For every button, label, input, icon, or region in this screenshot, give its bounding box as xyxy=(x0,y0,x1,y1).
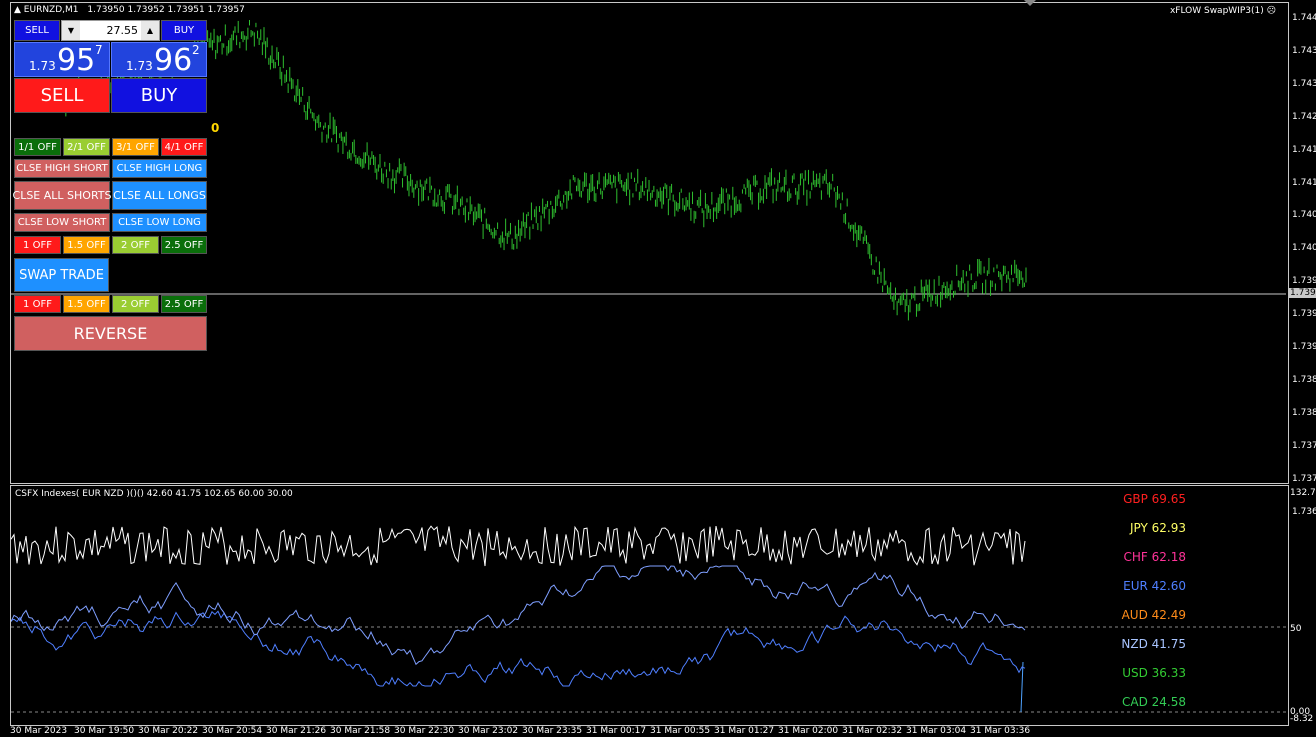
close-high-short-button[interactable]: CLSE HIGH SHORT xyxy=(14,159,110,178)
partial-2-1-off-button[interactable]: 2/1 OFF xyxy=(63,138,110,156)
price-axis-label: 1.742 xyxy=(1292,111,1316,122)
sell-price-big: 95 xyxy=(57,43,96,78)
off-1-button[interactable]: 1 OFF xyxy=(14,236,61,254)
swap-off-2-5-button[interactable]: 2.5 OFF xyxy=(161,295,207,313)
swap-off-1-button[interactable]: 1 OFF xyxy=(14,295,61,313)
reverse-button[interactable]: REVERSE xyxy=(14,316,207,351)
sell-price-pip: 7 xyxy=(95,43,103,57)
buy-price-big: 96 xyxy=(154,43,193,78)
time-axis-label: 30 Mar 21:26 xyxy=(266,726,327,736)
currency-index-chart xyxy=(11,525,1286,713)
sub-axis-neg: -8.32 xyxy=(1290,714,1314,724)
price-axis-label: 1.743 xyxy=(1292,78,1316,89)
sell-small-button[interactable]: SELL xyxy=(14,20,60,41)
price-axis-label: 1.740 xyxy=(1292,210,1316,221)
legend-item: JPY 62.93 xyxy=(1129,521,1186,535)
partial-1-1-off-button[interactable]: 1/1 OFF xyxy=(14,138,61,156)
time-axis-label: 30 Mar 2023 xyxy=(10,726,68,736)
sell-button[interactable]: SELL xyxy=(14,78,110,113)
close-low-long-button[interactable]: CLSE LOW LONG xyxy=(112,213,207,232)
price-axis-label: 1.743 xyxy=(1292,45,1316,56)
close-all-shorts-button[interactable]: CLSE ALL SHORTS xyxy=(13,181,112,210)
price-axis-label: 1.741 xyxy=(1292,144,1316,155)
time-axis-label: 31 Mar 02:32 xyxy=(842,726,903,736)
buy-price-prefix: 1.73 xyxy=(126,59,153,73)
nzd-index-line xyxy=(11,565,1026,666)
buy-small-button[interactable]: BUY xyxy=(161,20,207,41)
time-axis-label: 30 Mar 23:35 xyxy=(522,726,583,736)
index-spike-line xyxy=(1020,661,1024,713)
time-axis-label: 30 Mar 20:22 xyxy=(138,726,199,736)
white-index-line xyxy=(11,525,1026,567)
time-axis-label: 31 Mar 00:17 xyxy=(586,726,647,736)
legend-item: CAD 24.58 xyxy=(1122,695,1186,709)
price-axis-label: 1.737 xyxy=(1292,440,1316,451)
buy-button[interactable]: BUY xyxy=(111,78,207,113)
legend-item: GBP 69.65 xyxy=(1123,492,1186,506)
sell-price-display[interactable]: 1.73 95 7 xyxy=(14,42,110,78)
legend-item: NZD 41.75 xyxy=(1121,637,1186,651)
partial-3-1-off-button[interactable]: 3/1 OFF xyxy=(112,138,159,156)
legend-item: AUD 42.49 xyxy=(1121,608,1186,622)
sub-axis-top: 132.73 xyxy=(1290,488,1316,498)
time-axis-label: 30 Mar 20:54 xyxy=(202,726,263,736)
close-high-long-button[interactable]: CLSE HIGH LONG xyxy=(112,159,207,178)
swap-off-2-button[interactable]: 2 OFF xyxy=(112,295,159,313)
price-axis-label: 1.737 xyxy=(1292,473,1316,484)
price-axis-label: 1.740 xyxy=(1292,243,1316,254)
current-price-label: 1.739 xyxy=(1290,288,1316,298)
price-axis-label: 1.738 xyxy=(1292,407,1316,418)
off-1-5-button[interactable]: 1.5 OFF xyxy=(63,236,110,254)
swap-off-1-5-button[interactable]: 1.5 OFF xyxy=(63,295,110,313)
legend-item: EUR 42.60 xyxy=(1123,579,1186,593)
sell-price-prefix: 1.73 xyxy=(29,59,56,73)
close-all-longs-button[interactable]: CLSE ALL LONGS xyxy=(112,181,207,210)
time-axis-label: 30 Mar 22:30 xyxy=(394,726,455,736)
close-low-short-button[interactable]: CLSE LOW SHORT xyxy=(14,213,110,232)
lot-increase-icon[interactable]: ▲ xyxy=(141,21,159,40)
swap-trade-button[interactable]: SWAP TRADE xyxy=(14,258,109,292)
price-axis-label: 1.741 xyxy=(1292,177,1316,188)
buy-price-pip: 2 xyxy=(192,43,200,57)
price-axis-label: 1.739 xyxy=(1292,309,1316,320)
price-axis-label: 1.736 xyxy=(1292,506,1316,517)
off-2-button[interactable]: 2 OFF xyxy=(112,236,159,254)
lot-size-control[interactable]: ▼ 27.55 ▲ xyxy=(61,20,160,41)
legend-item: USD 36.33 xyxy=(1122,666,1186,680)
eur-index-line xyxy=(11,610,1026,687)
price-axis-label: 1.739 xyxy=(1292,276,1316,287)
time-axis-label: 31 Mar 03:36 xyxy=(970,726,1031,736)
spread-label: 0 xyxy=(211,121,220,135)
time-axis-label: 30 Mar 19:50 xyxy=(74,726,135,736)
legend-item: CHF 62.18 xyxy=(1123,550,1186,564)
time-axis-label: 31 Mar 02:00 xyxy=(778,726,839,736)
partial-4-1-off-button[interactable]: 4/1 OFF xyxy=(161,138,207,156)
off-2-5-button[interactable]: 2.5 OFF xyxy=(161,236,207,254)
time-axis-label: 30 Mar 21:58 xyxy=(330,726,391,736)
lot-decrease-icon[interactable]: ▼ xyxy=(62,21,80,40)
price-axis-label: 1.738 xyxy=(1292,374,1316,385)
current-price-tag: 1.739 xyxy=(1288,288,1316,298)
time-axis-label: 31 Mar 03:04 xyxy=(906,726,967,736)
lot-size-input[interactable]: 27.55 xyxy=(82,24,139,37)
sub-axis-50: 50 xyxy=(1290,624,1302,634)
price-axis-label: 1.739 xyxy=(1292,342,1316,352)
time-axis-label: 30 Mar 23:02 xyxy=(458,726,519,736)
price-axis-label: 1.744 xyxy=(1292,13,1316,23)
time-axis-label: 31 Mar 00:55 xyxy=(650,726,711,736)
time-axis-label: 31 Mar 01:27 xyxy=(714,726,775,736)
buy-price-display[interactable]: 1.73 96 2 xyxy=(111,42,207,78)
